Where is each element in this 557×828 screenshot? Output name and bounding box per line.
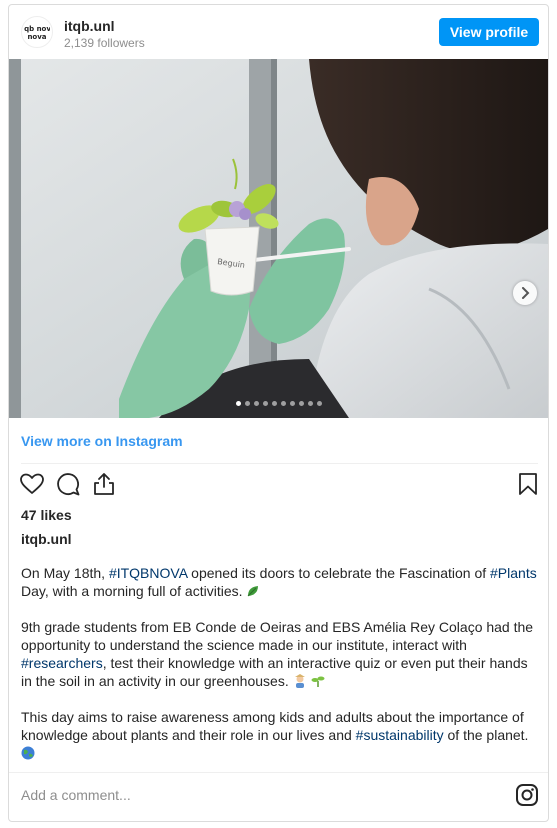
followers-count: 2,139 followers — [64, 36, 145, 50]
carousel-dot — [298, 401, 304, 406]
carousel-dot — [244, 401, 250, 406]
add-comment-field[interactable]: Add a comment... — [21, 787, 131, 803]
svg-text:itqb nova: itqb nova — [24, 25, 50, 33]
divider — [21, 463, 538, 464]
post-header: itqb nova nova itqb.unl 2,139 followers … — [9, 5, 548, 59]
instagram-embed-card: itqb nova nova itqb.unl 2,139 followers … — [8, 4, 549, 822]
comment-icon[interactable] — [55, 471, 81, 497]
caption-text-run: Day, with a morning full of activities. — [21, 583, 243, 599]
caption-text-run: of the planet. — [443, 727, 529, 743]
chevron-right-icon — [522, 287, 530, 299]
bookmark-icon[interactable] — [515, 471, 541, 497]
globe-emoji-icon — [21, 746, 35, 760]
divider — [9, 772, 548, 773]
caption-text-run: On May 18th, — [21, 565, 109, 581]
caption-text: On May 18th, #ITQBNOVA opened its doors … — [21, 564, 541, 780]
carousel-dot — [289, 401, 295, 406]
post-photo[interactable]: Beguin — [9, 59, 548, 418]
caption-paragraph: On May 18th, #ITQBNOVA opened its doors … — [21, 564, 541, 600]
share-icon[interactable] — [91, 471, 117, 497]
instagram-icon[interactable] — [515, 783, 539, 807]
svg-text:nova: nova — [27, 33, 46, 41]
leaf-emoji-icon — [248, 586, 259, 597]
carousel-next-button[interactable] — [513, 281, 537, 305]
likes-count: 47 likes — [21, 507, 72, 523]
caption-paragraph: This day aims to raise awareness among k… — [21, 708, 541, 762]
farmer-emoji-icon — [294, 674, 305, 688]
seedling-emoji-icon — [311, 676, 324, 687]
carousel-dot — [253, 401, 259, 406]
carousel-dot — [271, 401, 277, 406]
itqb-logo-icon: itqb nova nova — [24, 25, 50, 41]
hashtag-link[interactable]: #sustainability — [356, 727, 444, 743]
hashtag-link[interactable]: #researchers — [21, 655, 103, 671]
hashtag-link[interactable]: #ITQBNOVA — [109, 565, 187, 581]
heart-icon[interactable] — [19, 471, 45, 497]
avatar[interactable]: itqb nova nova — [21, 16, 53, 48]
view-profile-button[interactable]: View profile — [439, 18, 539, 46]
caption-paragraph: 9th grade students from EB Conde de Oeir… — [21, 618, 541, 690]
carousel-dot — [235, 401, 241, 406]
carousel-dot — [262, 401, 268, 406]
caption-username[interactable]: itqb.unl — [21, 531, 72, 547]
caption-text-run: opened its doors to celebrate the Fascin… — [187, 565, 491, 581]
view-more-link[interactable]: View more on Instagram — [21, 433, 183, 449]
carousel-dot — [316, 401, 322, 406]
carousel-dot — [280, 401, 286, 406]
carousel-indicator — [9, 401, 548, 409]
carousel-dot — [307, 401, 313, 406]
username[interactable]: itqb.unl — [64, 18, 115, 34]
caption-text-run: 9th grade students from EB Conde de Oeir… — [21, 619, 534, 653]
hashtag-link[interactable]: #Plants — [490, 565, 537, 581]
post-image: Beguin — [9, 59, 548, 418]
